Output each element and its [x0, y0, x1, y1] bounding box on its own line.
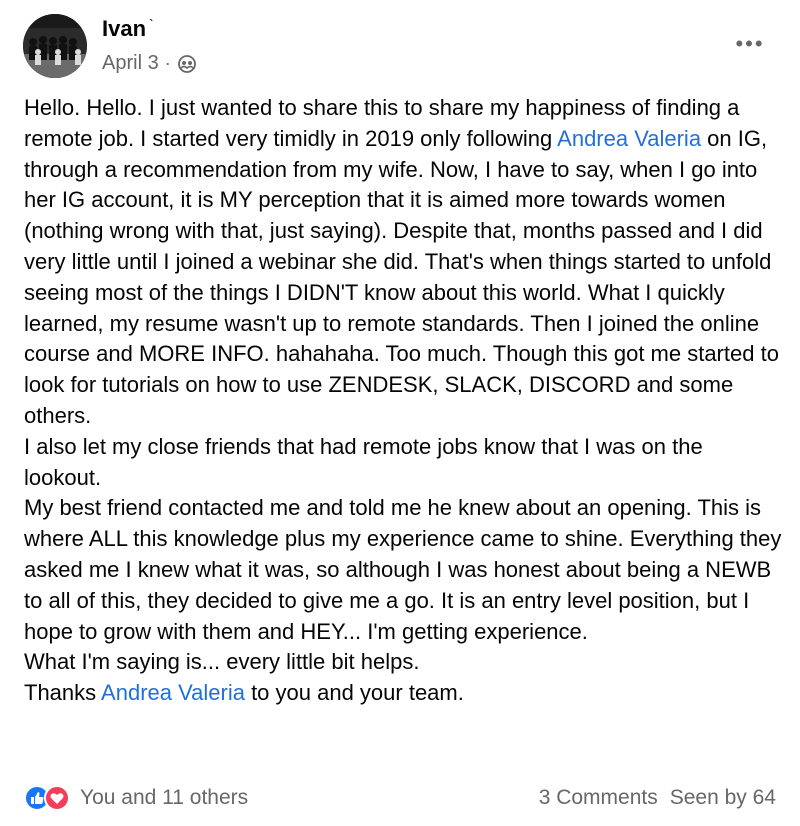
paragraph-text: Thanks [24, 680, 102, 706]
paragraph-text: on IG, through a recommendation from my … [24, 125, 779, 428]
paragraph-text: to you and your team. [244, 680, 464, 706]
post-meta: April 3 · [102, 52, 197, 75]
avatar-group-photo [23, 14, 87, 78]
post-date[interactable]: April 3 [102, 52, 159, 75]
author-name-suffix: ` [149, 16, 154, 32]
post-paragraph: What I'm saying is... every little bit h… [24, 649, 420, 675]
post-paragraph: I also let my close friends that had rem… [24, 433, 703, 490]
seen-by-count[interactable]: Seen by 64 [670, 786, 776, 810]
more-options-icon: ••• [735, 31, 765, 56]
author-name-text[interactable]: Ivan [102, 16, 146, 41]
post-paragraph: Hello. Hello. I just wanted to share thi… [24, 93, 784, 432]
friends-icon[interactable] [177, 54, 197, 74]
mention-link[interactable]: Andrea Valeria [557, 126, 701, 151]
post-options-button[interactable]: ••• [730, 30, 770, 58]
facebook-post: Ivan ` April 3 · ••• Hello. Hello. I just… [0, 0, 800, 826]
author-avatar[interactable] [23, 14, 87, 78]
post-footer: You and 11 others 3 Comments Seen by 64 [24, 781, 776, 815]
love-icon [44, 785, 70, 811]
post-body: Hello. Hello. I just wanted to share thi… [24, 93, 784, 709]
reaction-icons[interactable] [24, 785, 70, 811]
post-paragraph: Thanks Andrea Valeria to you and your te… [24, 678, 784, 709]
mention-link[interactable]: Andrea Valeria [101, 680, 245, 705]
author-name[interactable]: Ivan ` [102, 16, 154, 42]
post-paragraph: My best friend contacted me and told me … [24, 495, 782, 644]
reactions-summary[interactable]: You and 11 others [80, 786, 248, 810]
comments-count[interactable]: 3 Comments [539, 786, 658, 810]
meta-separator: · [164, 53, 171, 73]
